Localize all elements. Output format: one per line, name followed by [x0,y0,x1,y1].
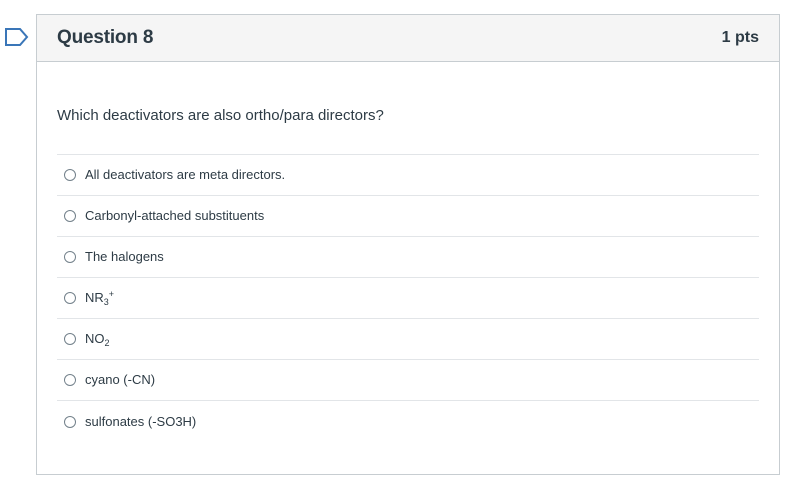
question-card: Question 8 1 pts Which deactivators are … [36,14,780,475]
radio-button[interactable] [64,333,76,345]
radio-button[interactable] [64,251,76,263]
radio-button[interactable] [64,415,76,428]
answer-option[interactable]: Carbonyl-attached substituents [57,196,759,237]
answer-label: sulfonates (-SO3H) [85,413,197,429]
radio-button[interactable] [64,210,76,222]
answer-option[interactable]: cyano (-CN) [57,360,759,401]
bookmark-flag-icon[interactable] [5,28,29,46]
question-points: 1 pts [721,29,759,46]
question-text: Which deactivators are also ortho/para d… [57,107,384,124]
answer-option[interactable]: sulfonates (-SO3H) [57,401,759,442]
answer-label: All deactivators are meta directors. [85,167,286,182]
answer-option[interactable]: NR3+ [57,278,759,319]
answer-option[interactable]: The halogens [57,237,759,278]
answer-option[interactable]: NO2 [57,319,759,360]
answer-list: All deactivators are meta directors. Car… [57,154,759,442]
radio-button[interactable] [64,374,76,386]
answer-option[interactable]: All deactivators are meta directors. [57,155,759,196]
question-header: Question 8 1 pts [37,15,779,62]
question-title: Question 8 [57,27,154,48]
question-body: Which deactivators are also ortho/para d… [37,106,779,442]
answer-label: cyano (-CN) [85,372,156,387]
answer-label-formula: NR3+ [85,289,115,307]
formula-subscript: 2 [104,338,110,348]
quiz-page: Question 8 1 pts Which deactivators are … [0,0,792,489]
formula-base: NO [85,331,105,346]
answer-label: The halogens [85,249,164,264]
radio-button[interactable] [64,292,76,304]
answer-label: Carbonyl-attached substituents [85,208,265,223]
answer-label-formula: NO2 [85,331,110,348]
formula-base: NR [85,290,104,305]
formula-superscript: + [108,289,115,299]
radio-button[interactable] [64,169,76,181]
